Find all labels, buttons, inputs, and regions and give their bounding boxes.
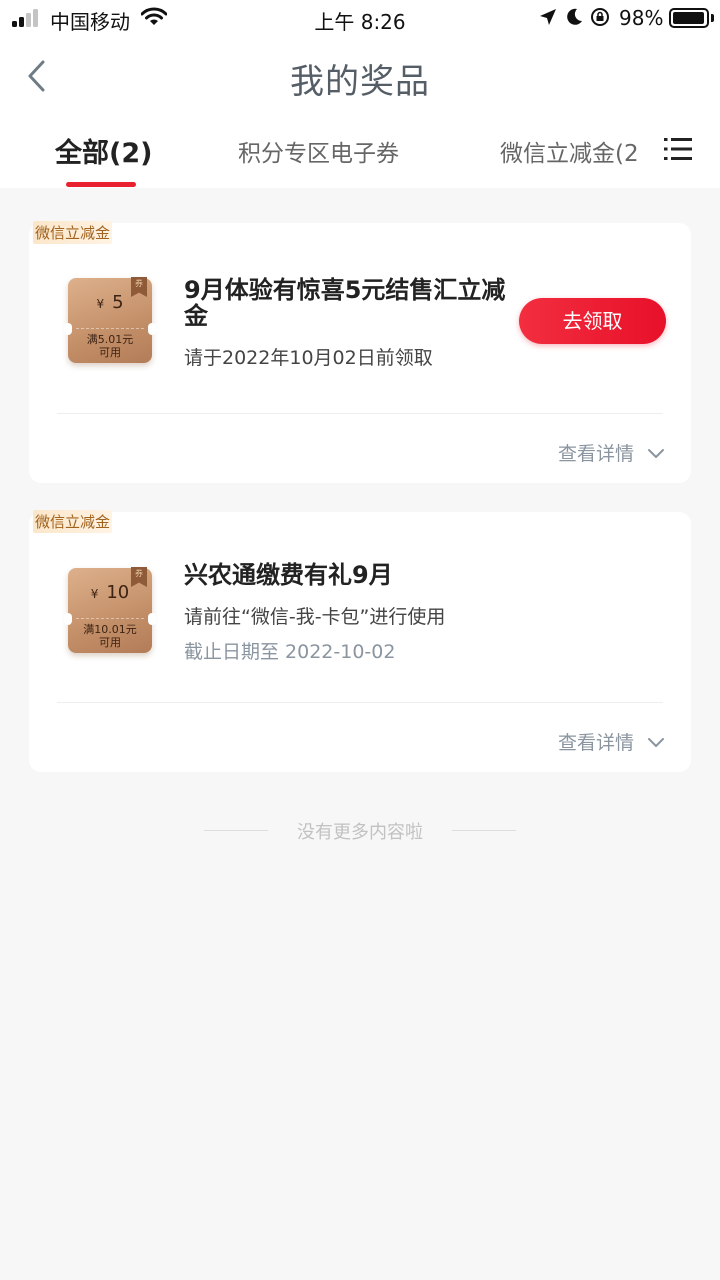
category-tag: 微信立减金 [33,221,113,244]
chevron-down-icon[interactable] [647,447,665,459]
list-menu-icon[interactable] [664,136,692,162]
rotation-lock-icon [591,8,609,26]
tab-points-ecoupon[interactable]: 积分专区电子券 [238,134,399,168]
coupon-condition: 满10.01元 可用 [83,623,137,649]
battery-icon [669,8,709,28]
prize-usage-hint: 请前往“微信-我-卡包”进行使用 [184,606,446,628]
view-details-link[interactable]: 查看详情 [558,728,634,755]
prize-deadline: 请于2022年10月02日前领取 [184,347,433,369]
claim-button[interactable]: 去领取 [519,298,666,344]
coupon-badge: ¥10 满10.01元 可用 券 [64,567,156,653]
prize-title: 兴农通缴费有礼9月 [184,561,393,589]
coupon-amount: ¥10 [90,582,130,603]
chevron-down-icon[interactable] [647,736,665,748]
moon-icon [567,8,582,25]
location-icon [540,9,556,25]
tab-all[interactable]: 全部(2) [55,131,152,170]
tab-wechat-discount[interactable]: 微信立减金(2) [500,134,637,168]
view-details-link[interactable]: 查看详情 [558,439,634,466]
page-title: 我的奖品 [290,62,430,102]
no-more-content: 没有更多内容啦 [297,822,423,843]
battery-tip [711,14,714,22]
prize-card[interactable]: 微信立减金 ¥5 满5.01元 可用 券 9月体验有惊喜5元结售汇立减金 请于2… [29,221,691,483]
prize-expiry-date: 截止日期至 2022-10-02 [184,641,396,663]
active-tab-indicator [66,182,136,187]
coupon-condition: 满5.01元 可用 [86,333,134,359]
category-tag: 微信立减金 [33,510,113,533]
coupon-badge: ¥5 满5.01元 可用 券 [64,277,156,363]
prize-card[interactable]: 微信立减金 ¥10 满10.01元 可用 券 兴农通缴费有礼9月 请前往“微信-… [29,510,691,772]
battery-percent: 98% [619,6,664,30]
divider [57,702,663,703]
status-time: 上午 8:26 [314,10,406,34]
status-bar: 中国移动 上午 8:26 98% [0,0,720,36]
divider [57,413,663,414]
prize-title: 9月体验有惊喜5元结售汇立减金 [184,276,506,330]
coupon-amount: ¥5 [96,292,124,313]
